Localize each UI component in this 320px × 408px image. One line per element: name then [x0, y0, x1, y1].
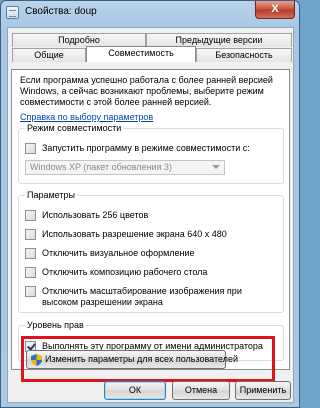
uac-shield-icon	[31, 354, 42, 366]
cancel-button[interactable]: Отмена	[172, 381, 230, 400]
settings-title: Параметры	[25, 190, 77, 200]
setting-disable-composition-label: Отключить композицию рабочего стола	[42, 267, 208, 277]
settings-group: Параметры Использовать 256 цветов Исполь…	[18, 190, 284, 313]
os-version-value: Windows XP (пакет обновления 3)	[30, 162, 172, 172]
close-button[interactable]: X	[255, 1, 295, 19]
setting-640x480-label: Использовать разрешение экрана 640 x 480	[42, 229, 227, 239]
tab-compatibility[interactable]: Совместимость	[86, 46, 196, 62]
chevron-down-icon	[212, 165, 220, 169]
setting-disable-themes-label: Отключить визуальное оформление	[42, 248, 195, 258]
compat-mode-label: Запустить программу в режиме совместимос…	[42, 143, 250, 153]
window-title: Свойства: doup	[25, 6, 97, 17]
help-link[interactable]: Справка по выбору параметров	[20, 112, 153, 122]
title-bar[interactable]: Свойства: doup X	[1, 1, 299, 25]
all-users-button-label: Изменить параметры для всех пользователе…	[45, 354, 238, 364]
tab-previous-versions[interactable]: Предыдущие версии	[146, 33, 292, 47]
setting-640x480-checkbox[interactable]	[25, 229, 36, 240]
setting-disable-themes-checkbox[interactable]	[25, 248, 36, 259]
os-version-select[interactable]: Windows XP (пакет обновления 3)	[25, 160, 225, 175]
dialog-client: Подробно Предыдущие версии Общие Совмест…	[7, 27, 294, 403]
apply-button[interactable]: Применить	[235, 381, 291, 400]
setting-disable-dpi-scaling-checkbox[interactable]	[25, 286, 36, 297]
setting-256-colors-label: Использовать 256 цветов	[42, 210, 149, 220]
setting-256-colors-checkbox[interactable]	[25, 210, 36, 221]
setting-disable-dpi-scaling-label: Отключить масштабирование изображения пр…	[42, 286, 242, 307]
app-icon	[6, 6, 19, 19]
tab-security[interactable]: Безопасность	[196, 48, 292, 62]
all-users-button[interactable]: Изменить параметры для всех пользователе…	[26, 350, 238, 369]
compat-mode-checkbox[interactable]	[25, 143, 36, 154]
compat-mode-group: Режим совместимости Запустить программу …	[18, 123, 284, 184]
setting-disable-dpi-scaling-row[interactable]: Отключить масштабирование изображения пр…	[25, 286, 265, 310]
tab-details[interactable]: Подробно	[12, 33, 146, 47]
ok-button[interactable]: ОК	[104, 381, 166, 400]
privilege-level-title: Уровень прав	[25, 320, 86, 330]
intro-text: Если программа успешно работала с более …	[20, 75, 273, 107]
compat-mode-title: Режим совместимости	[25, 123, 124, 133]
compatibility-panel: Если программа успешно работала с более …	[11, 69, 290, 382]
properties-window: Свойства: doup X Подробно Предыдущие вер…	[0, 0, 300, 408]
tab-general[interactable]: Общие	[12, 48, 86, 62]
setting-disable-composition-checkbox[interactable]	[25, 267, 36, 278]
